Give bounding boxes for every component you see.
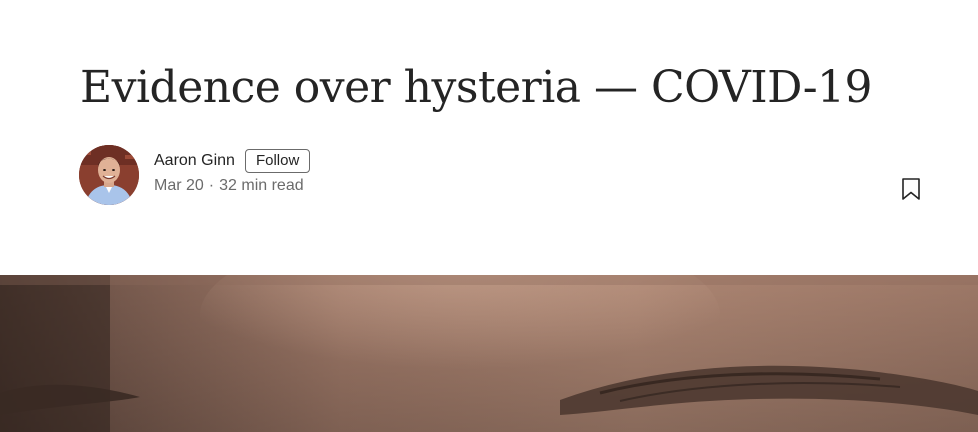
meta-separator: ·	[208, 177, 215, 194]
author-avatar[interactable]	[79, 145, 139, 205]
author-row: Aaron Ginn Follow	[154, 148, 311, 174]
hero-image	[0, 275, 978, 432]
article-title: Evidence over hysteria — COVID-19	[80, 62, 873, 113]
article-meta: Mar 20 · 32 min read	[154, 177, 304, 195]
hero-eyes-closeup-image	[0, 275, 978, 432]
bookmark-icon	[902, 178, 920, 200]
avatar-portrait-icon	[79, 145, 139, 205]
follow-button[interactable]: Follow	[244, 149, 311, 173]
article-page: Evidence over hysteria — COVID-19 Aaron …	[0, 0, 978, 432]
bookmark-button[interactable]	[900, 177, 922, 201]
author-name-link[interactable]: Aaron Ginn	[154, 152, 235, 170]
author-byline: Aaron Ginn Follow Mar 20 · 32 min read	[79, 145, 939, 205]
publish-date: Mar 20	[154, 177, 204, 194]
read-time: 32 min read	[219, 177, 304, 194]
